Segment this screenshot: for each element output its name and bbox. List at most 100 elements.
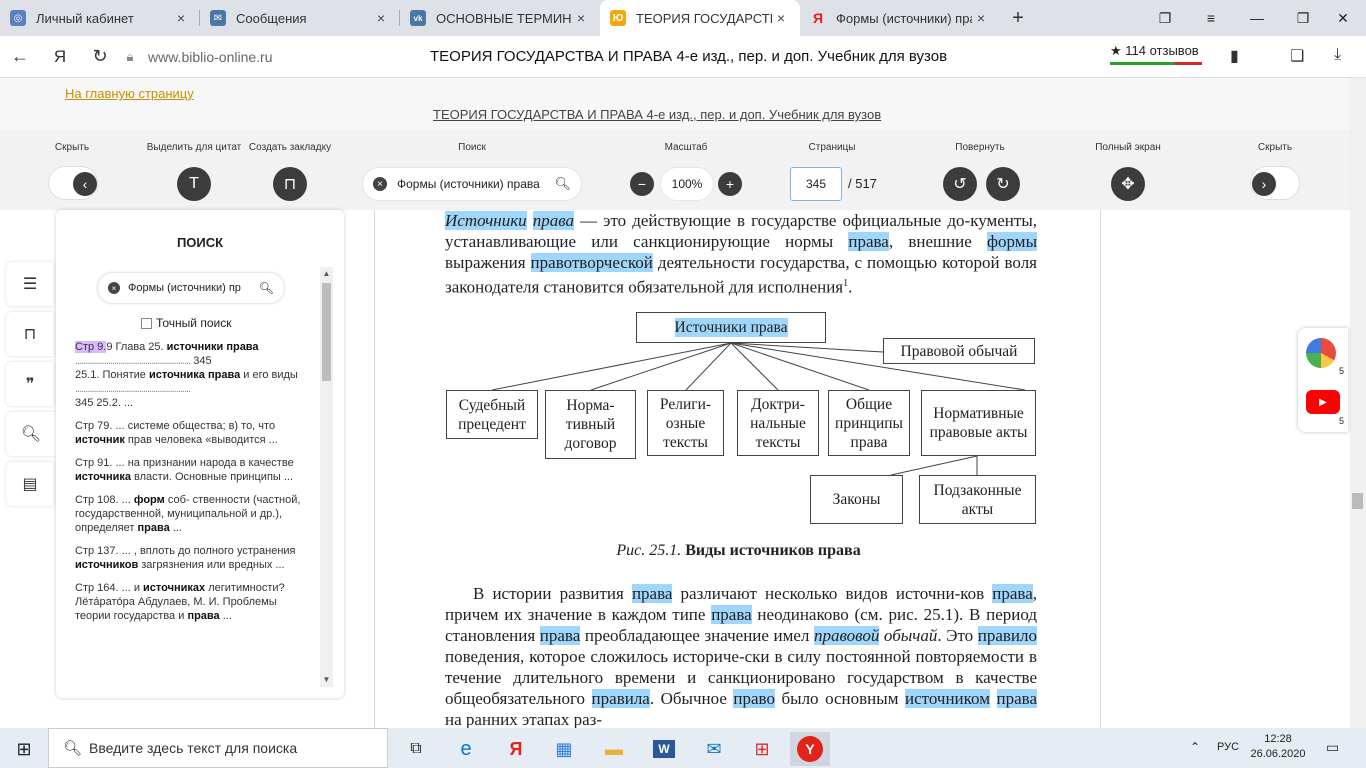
reviews-rating-bar xyxy=(1110,62,1202,65)
rotate-label: Повернуть xyxy=(955,142,1005,153)
close-window-icon[interactable]: ✕ xyxy=(1320,0,1366,36)
taskbar-search[interactable]: 🔍︎ Введите здесь текст для поиска xyxy=(48,728,388,768)
rotate-left-icon[interactable]: ↺ xyxy=(943,167,977,201)
bookmark-icon[interactable]: ▮ xyxy=(1230,46,1239,66)
reload-icon[interactable]: ↻ xyxy=(80,46,120,67)
task-view-icon[interactable]: ⧉ xyxy=(396,732,436,766)
tab-messages[interactable]: ✉ Сообщения × xyxy=(200,0,400,36)
panel-search-input[interactable]: × Формы (источники) пр 🔍︎ xyxy=(98,273,284,303)
hide-right-label: Скрыть xyxy=(1257,142,1293,153)
tab-title: Личный кабинет xyxy=(36,10,134,26)
youtube-icon[interactable]: ▶ xyxy=(1306,390,1340,414)
rotate-right-icon[interactable]: ↻ xyxy=(986,167,1020,201)
document-page: Источники права — это действующие в госу… xyxy=(374,210,1101,730)
box-label: Источники права xyxy=(674,318,788,337)
zoom-out-icon[interactable]: − xyxy=(630,172,654,196)
tab-theory-state[interactable]: Ю ТЕОРИЯ ГОСУДАРСТВА × xyxy=(600,0,800,36)
box-religious-texts: Религи-озные тексты xyxy=(647,390,724,456)
contents-icon[interactable]: ☰ xyxy=(6,262,54,306)
hide-left-label: Скрыть xyxy=(54,142,90,153)
search-icon[interactable]: 🔍︎ xyxy=(259,281,274,295)
zoom-value: 100% xyxy=(660,167,714,201)
windows-taskbar: ⊞ 🔍︎ Введите здесь текст для поиска ⧉ e … xyxy=(0,728,1366,768)
exact-search-checkbox[interactable]: Точный поиск xyxy=(141,316,231,330)
quotes-icon[interactable]: ❞ xyxy=(6,362,54,406)
search-result[interactable]: Стр 9.9 Глава 25. источники права ......… xyxy=(75,340,307,410)
notes-icon[interactable]: ▤ xyxy=(6,462,54,506)
fullscreen-icon[interactable]: ✥ xyxy=(1111,167,1145,201)
chevron-left-icon[interactable]: ‹ xyxy=(73,172,97,196)
figure-caption: Рис. 25.1. Виды источников права xyxy=(375,542,1100,560)
gift-icon[interactable]: ⊞ xyxy=(742,732,782,766)
tab-personal-account[interactable]: ◎ Личный кабинет × xyxy=(0,0,200,36)
tab-close-icon[interactable]: × xyxy=(372,10,390,26)
chevron-right-icon[interactable]: › xyxy=(1252,172,1276,196)
checkbox-icon[interactable] xyxy=(141,317,152,329)
box-normative-acts: Нормативные правовые акты xyxy=(921,390,1036,456)
panel-scroll-thumb[interactable] xyxy=(322,283,331,381)
new-tab-icon[interactable]: + xyxy=(1000,0,1036,36)
tab-close-icon[interactable]: × xyxy=(172,10,190,26)
clock[interactable]: 12:28 26.06.2020 xyxy=(1248,732,1308,762)
store-icon[interactable]: ▦ xyxy=(544,732,584,766)
personal-account-favicon-icon: ◎ xyxy=(10,10,26,26)
toolbar-search-input[interactable]: × Формы (источники) права 🔍︎ xyxy=(362,167,582,201)
tab-basic-terms[interactable]: vk ОСНОВНЫЕ ТЕРМИНЫ ПО × xyxy=(400,0,600,36)
search-icon[interactable]: 🔍︎ xyxy=(554,176,571,192)
reader-toolbar: Скрыть Выделить для цитат Создать заклад… xyxy=(0,130,1350,210)
box-label: Подзаконные акты xyxy=(933,481,1022,518)
search-result[interactable]: Стр 91. ... на признании народа в качест… xyxy=(75,456,307,484)
scroll-down-icon[interactable]: ▼ xyxy=(320,673,333,687)
search-result[interactable]: Стр 164. ... и источниках легитимности? … xyxy=(75,581,307,623)
tab-title: Сообщения xyxy=(236,10,307,26)
page-scroll-thumb[interactable] xyxy=(1352,493,1363,509)
text-select-icon[interactable]: T xyxy=(177,167,211,201)
search-panel-icon[interactable]: 🔍︎ xyxy=(6,412,56,456)
language-indicator[interactable]: РУС xyxy=(1217,741,1239,753)
tab-close-icon[interactable]: × xyxy=(972,10,990,26)
reviews-count[interactable]: ★ 114 отзывов xyxy=(1110,43,1199,59)
edge-icon[interactable]: e xyxy=(446,732,486,766)
back-icon[interactable]: ← xyxy=(0,46,40,67)
word-icon[interactable]: W xyxy=(644,732,684,766)
book-title-link[interactable]: ТЕОРИЯ ГОСУДАРСТВА И ПРАВА 4-е изд., пер… xyxy=(433,107,881,122)
tab-forms-of-law[interactable]: Я Формы (источники) права × xyxy=(800,0,1000,36)
yandex-zen-icon[interactable] xyxy=(1306,338,1336,368)
url-text[interactable]: www.biblio-online.ru xyxy=(148,49,273,65)
clear-search-icon[interactable]: × xyxy=(108,282,120,294)
search-result[interactable]: Стр 108. ... форм соб- ственности (частн… xyxy=(75,493,307,535)
taskbar-search-placeholder: Введите здесь текст для поиска xyxy=(89,740,298,756)
clear-search-icon[interactable]: × xyxy=(373,177,387,191)
box-label: Нормативные правовые акты xyxy=(929,405,1028,441)
widget-badge: 5 xyxy=(1339,416,1345,426)
yandex-active-icon[interactable]: Y xyxy=(790,732,830,766)
clock-date: 26.06.2020 xyxy=(1250,748,1306,760)
yandex-home-icon[interactable]: Я xyxy=(40,47,80,67)
collections-icon[interactable]: ❏ xyxy=(1290,46,1304,66)
minimize-icon[interactable]: — xyxy=(1234,0,1280,36)
windows-start-icon[interactable]: ⊞ xyxy=(4,732,44,766)
bookmark-create-icon[interactable]: ⊓ xyxy=(273,167,307,201)
home-link[interactable]: На главную страницу xyxy=(65,86,194,101)
search-result[interactable]: Стр 79. ... системе общества; в) то, что… xyxy=(75,419,307,447)
tabs-icon[interactable]: ❐ xyxy=(1142,0,1188,36)
scroll-up-icon[interactable]: ▲ xyxy=(320,267,333,281)
bookmark-label: Создать закладку xyxy=(248,142,332,153)
tab-close-icon[interactable]: × xyxy=(772,10,790,26)
menu-icon[interactable]: ≡ xyxy=(1188,0,1234,36)
notifications-icon[interactable]: ▭ xyxy=(1326,739,1339,756)
box-label: Доктри-нальные тексты xyxy=(750,395,806,451)
box-normative-contract: Норма-тивный договор xyxy=(545,390,636,459)
bookmarks-icon[interactable]: ⊓ xyxy=(6,312,54,356)
search-result[interactable]: Стр 137. ... , вплоть до полного устране… xyxy=(75,544,307,572)
mail-icon[interactable]: ✉ xyxy=(694,732,734,766)
page-scrollbar[interactable] xyxy=(1350,78,1366,730)
file-explorer-icon[interactable]: ▬ xyxy=(594,732,634,766)
download-icon[interactable]: ⤓ xyxy=(1334,46,1341,64)
tab-close-icon[interactable]: × xyxy=(572,10,590,26)
page-number-input[interactable]: 345 xyxy=(790,167,842,201)
zoom-in-icon[interactable]: + xyxy=(718,172,742,196)
chevron-up-icon[interactable]: ⌃ xyxy=(1190,740,1200,754)
box-label: Законы xyxy=(832,491,881,508)
yandex-browser-icon[interactable]: Я xyxy=(496,732,536,766)
